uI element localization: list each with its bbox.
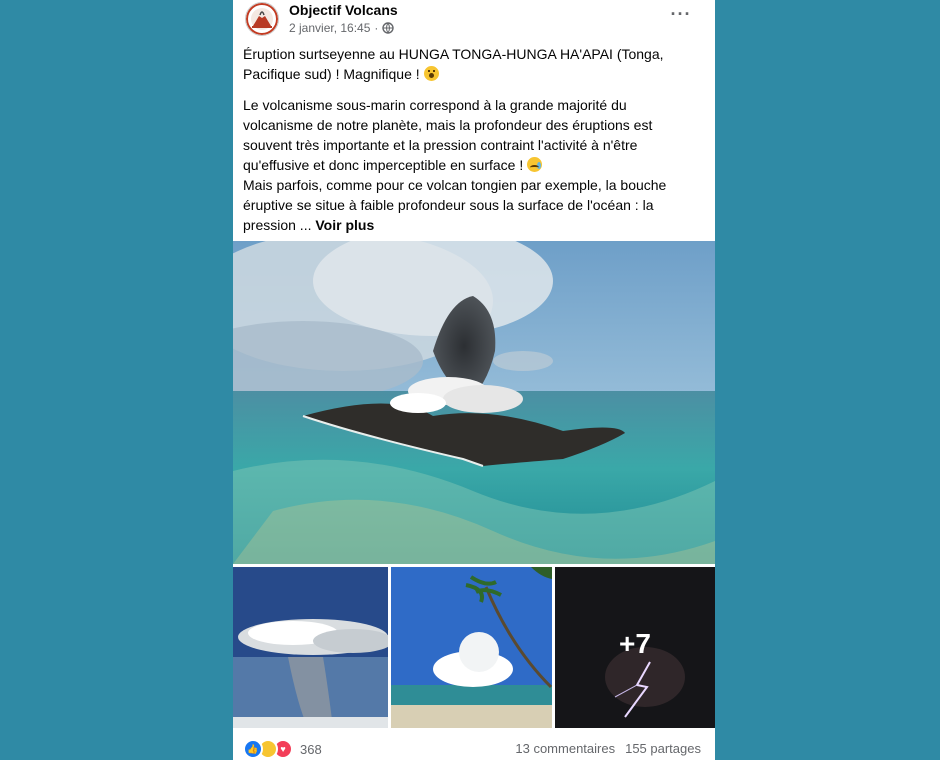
see-more-link[interactable]: Voir plus <box>315 217 374 233</box>
like-icon: 👍 <box>243 739 263 759</box>
post-paragraph-1: Éruption surtseyenne au HUNGA TONGA-HUNG… <box>243 44 699 84</box>
eruption-image <box>233 241 715 564</box>
volcano-logo-icon <box>246 3 278 35</box>
beach-palm-image <box>391 567 552 728</box>
post-paragraph-2: Le volcanisme sous-marin correspond à la… <box>243 95 699 235</box>
photo-thumbnail-2[interactable] <box>391 567 552 728</box>
post-paragraph-2-text: Le volcanisme sous-marin correspond à la… <box>243 97 653 173</box>
photo-thumbnail-1[interactable] <box>233 567 388 728</box>
page-avatar[interactable] <box>245 2 279 36</box>
post-paragraph-1-text: Éruption surtseyenne au HUNGA TONGA-HUNG… <box>243 46 664 82</box>
ash-cloud-image <box>233 567 388 728</box>
main-eruption-photo[interactable] <box>233 241 715 564</box>
post-header: Objectif Volcans 2 janvier, 16:45 · ··· <box>233 0 715 40</box>
comments-count-link[interactable]: 13 commentaires <box>515 741 615 756</box>
astonished-emoji-icon <box>423 66 439 81</box>
globe-icon <box>382 22 395 34</box>
post-meta: 2 janvier, 16:45 · <box>289 21 395 35</box>
post-stats: 13 commentaires 155 partages <box>515 741 701 756</box>
post-message: Éruption surtseyenne au HUNGA TONGA-HUNG… <box>243 44 699 235</box>
shares-count-link[interactable]: 155 partages <box>625 741 701 756</box>
sad-emoji-icon <box>527 157 543 172</box>
more-photos-overlay[interactable]: +7 <box>555 567 715 728</box>
photo-thumbnail-3[interactable]: +7 <box>555 567 715 728</box>
facebook-post-card: Objectif Volcans 2 janvier, 16:45 · ··· … <box>233 0 715 760</box>
post-paragraph-3-text: Mais parfois, comme pour ce volcan tongi… <box>243 177 667 233</box>
reactions-summary[interactable]: 👍 ♥ 368 <box>243 739 322 759</box>
post-date[interactable]: 2 janvier, 16:45 <box>289 21 370 35</box>
more-options-icon[interactable]: ··· <box>669 5 693 26</box>
meta-separator: · <box>374 21 379 35</box>
more-photos-count: +7 <box>619 627 651 659</box>
reaction-count: 368 <box>300 741 322 757</box>
post-footer: 👍 ♥ 368 13 commentaires 155 partages <box>233 736 715 760</box>
page-name-link[interactable]: Objectif Volcans <box>289 2 398 18</box>
